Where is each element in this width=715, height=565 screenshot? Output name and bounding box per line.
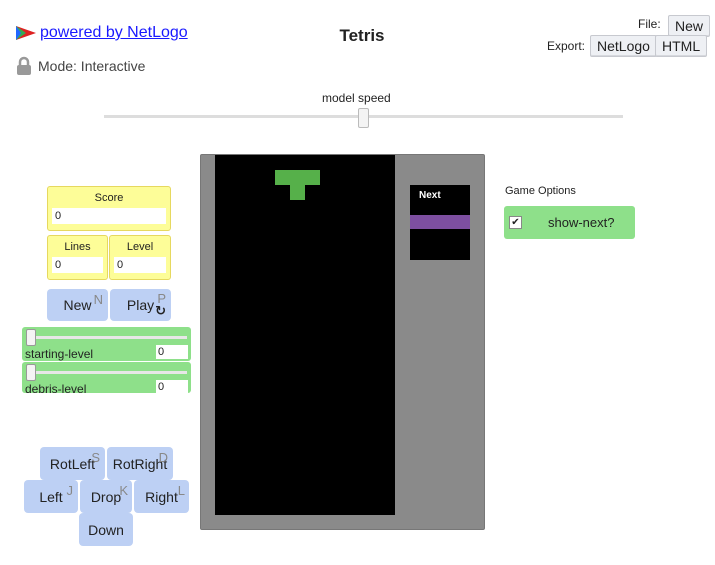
mode-indicator: Mode: Interactive — [16, 56, 145, 76]
score-value: 0 — [52, 208, 166, 224]
right-key: L — [177, 483, 185, 498]
starting-level-label: starting-level — [25, 347, 94, 361]
new-key: N — [93, 292, 103, 307]
rotleft-label: RotLeft — [49, 455, 96, 472]
left-button[interactable]: Left J — [24, 480, 78, 513]
speed-label: model speed — [322, 91, 391, 105]
model-title: Tetris — [339, 26, 385, 45]
left-key: J — [66, 483, 74, 498]
play-button-label: Play — [126, 297, 155, 313]
netlogo-logo-icon — [16, 26, 36, 40]
play-button[interactable]: Play P ↻ — [110, 289, 171, 321]
down-button[interactable]: Down — [79, 513, 133, 546]
rotleft-button[interactable]: RotLeft S — [40, 447, 105, 480]
starting-level-slider[interactable]: starting-level 0 — [22, 327, 191, 361]
show-next-checkbox[interactable]: ✔ — [509, 216, 522, 229]
rotright-button[interactable]: RotRight D — [107, 447, 173, 480]
forever-icon: ↻ — [155, 303, 166, 318]
new-button-label: New — [63, 297, 92, 313]
lines-monitor: Lines 0 — [47, 235, 108, 280]
starting-level-track[interactable] — [26, 336, 187, 339]
new-button[interactable]: New N — [47, 289, 108, 321]
debris-level-slider[interactable]: debris-level 0 — [22, 362, 191, 396]
game-board — [215, 155, 395, 515]
next-piece — [410, 215, 470, 229]
debris-level-thumb[interactable] — [26, 364, 36, 381]
powered-by-text[interactable]: powered by NetLogo — [40, 24, 188, 42]
score-label: Score — [94, 192, 124, 204]
level-value: 0 — [114, 257, 166, 273]
mode-text: Mode: Interactive — [38, 58, 146, 74]
level-label: Level — [126, 241, 154, 253]
export-label: Export: — [547, 39, 586, 53]
starting-level-thumb[interactable] — [26, 329, 36, 346]
debris-level-track[interactable] — [26, 371, 187, 374]
debris-level-label: debris-level — [25, 382, 87, 396]
next-label: Next — [419, 190, 441, 201]
level-monitor: Level 0 — [109, 235, 171, 280]
starting-level-value[interactable]: 0 — [156, 345, 188, 359]
export-netlogo-button[interactable]: NetLogo — [590, 35, 657, 57]
score-monitor: Score 0 — [47, 186, 171, 231]
lines-label: Lines — [64, 241, 91, 253]
show-next-switch[interactable]: ✔ show-next? — [504, 206, 635, 239]
drop-label: Drop — [90, 488, 122, 505]
drop-button[interactable]: Drop K — [80, 480, 132, 513]
right-button[interactable]: Right L — [134, 480, 189, 513]
drop-key: K — [119, 483, 128, 498]
right-label: Right — [145, 488, 178, 505]
debris-level-value[interactable]: 0 — [156, 380, 188, 394]
active-piece-stem — [290, 185, 305, 200]
rotright-key: D — [158, 450, 168, 465]
speed-slider-thumb[interactable] — [358, 108, 369, 128]
file-label: File: — [638, 17, 661, 31]
down-label: Down — [88, 521, 124, 538]
show-next-label: show-next? — [548, 215, 615, 230]
powered-by-netlogo-link[interactable]: powered by NetLogo — [16, 24, 188, 42]
file-new-button[interactable]: New — [668, 15, 711, 37]
active-piece-top — [275, 170, 320, 185]
lines-value: 0 — [52, 257, 103, 273]
left-label: Left — [39, 488, 63, 505]
rotleft-key: S — [91, 450, 100, 465]
game-options-label: Game Options — [505, 185, 576, 197]
export-html-button[interactable]: HTML — [655, 35, 708, 57]
lock-icon — [17, 56, 31, 75]
